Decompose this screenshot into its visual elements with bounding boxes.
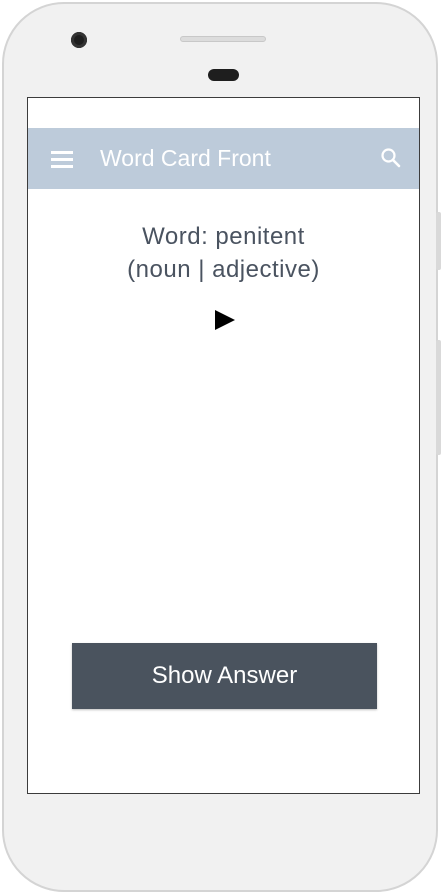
part-of-speech: (noun | adjective) (127, 256, 320, 283)
proximity-sensor (208, 69, 239, 81)
hamburger-menu-icon[interactable] (51, 149, 75, 168)
earpiece-speaker (180, 36, 266, 42)
word-card-text: Word: penitent (noun | adjective) (28, 220, 419, 286)
phone-frame: Word Card Front Word: penitent (noun | a… (2, 2, 438, 892)
search-icon[interactable] (379, 146, 403, 170)
app-bar: Word Card Front (28, 128, 419, 189)
app-screen: Word Card Front Word: penitent (noun | a… (27, 97, 420, 794)
play-audio-icon[interactable] (213, 308, 237, 332)
volume-button (436, 212, 441, 270)
page-title: Word Card Front (100, 145, 271, 171)
show-answer-button[interactable]: Show Answer (72, 643, 377, 709)
word-heading: Word: penitent (142, 223, 305, 250)
power-button (436, 340, 441, 455)
front-camera (71, 32, 87, 48)
